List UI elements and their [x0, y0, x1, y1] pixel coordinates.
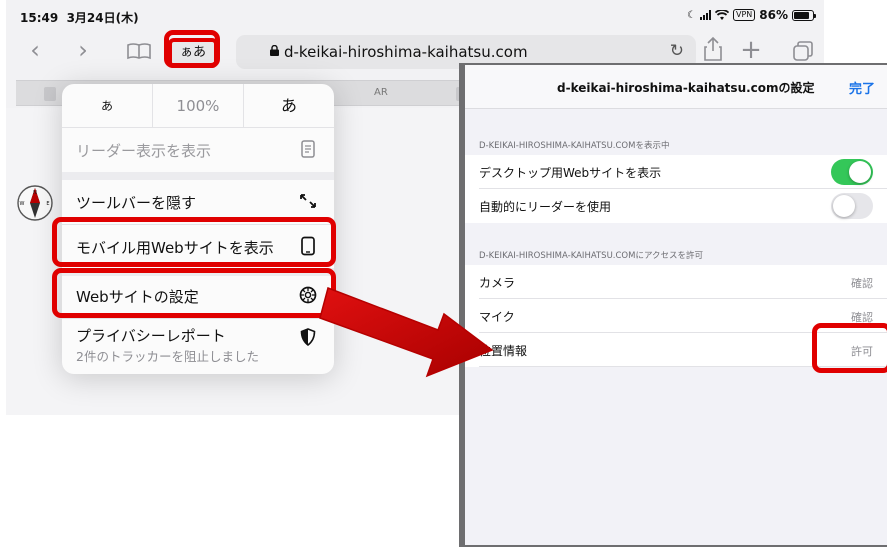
svg-text:E: E	[46, 201, 49, 207]
menu-separator	[62, 172, 334, 180]
menu-item-label: ツールバーを隠す	[76, 194, 197, 212]
menu-item-label: プライバシーレポート	[76, 327, 226, 345]
battery-icon	[792, 9, 816, 21]
toggle-knob	[849, 161, 871, 183]
chevron-left-icon[interactable]: ‹	[20, 36, 50, 64]
battery-fill	[794, 11, 810, 19]
font-size-row: あ 100% あ	[62, 84, 334, 128]
tabs-icon[interactable]	[788, 40, 818, 62]
shield-icon	[300, 328, 316, 347]
font-larger-button[interactable]: あ	[244, 84, 334, 127]
font-smaller-button[interactable]: あ	[62, 84, 153, 127]
menu-item-label: リーダー表示を表示	[76, 142, 212, 160]
lock-icon	[270, 45, 279, 56]
row-auto-reader[interactable]: 自動的にリーダーを使用	[465, 189, 887, 223]
chevron-right-icon[interactable]: ›	[68, 36, 98, 64]
highlight-location-value	[812, 323, 887, 373]
row-label: カメラ	[479, 276, 516, 290]
menu-item-privacy-report[interactable]: プライバシーレポート 2件のトラッカーを阻止しました	[62, 318, 334, 370]
section-header-viewing: D-KEIKAI-HIROSHIMA-KAIHATSU.COMを表示中	[479, 141, 670, 151]
row-label: デスクトップ用Webサイトを表示	[479, 166, 662, 180]
row-value: 確認	[851, 277, 873, 290]
menu-item-sublabel: 2件のトラッカーを阻止しました	[76, 349, 259, 364]
wifi-icon	[714, 9, 729, 20]
plus-icon[interactable]: +	[736, 36, 766, 64]
tab-edge	[44, 87, 56, 101]
highlight-website-settings	[52, 268, 336, 318]
menu-item-reader-view[interactable]: リーダー表示を表示	[62, 128, 334, 172]
reload-icon[interactable]: ↻	[670, 41, 684, 61]
compass-icon[interactable]: N W E	[16, 184, 54, 222]
status-bar: 15:49 3月24日(木) ☾ VPN 86%	[6, 0, 824, 30]
tab-label[interactable]: AR	[374, 87, 388, 98]
row-desktop-site[interactable]: デスクトップ用Webサイトを表示	[465, 155, 887, 189]
status-indicators: ☾ VPN 86%	[687, 8, 816, 22]
settings-title: d-keikai-hiroshima-kaihatsu.comの設定	[557, 81, 815, 95]
row-camera[interactable]: カメラ 確認	[465, 265, 887, 299]
svg-text:W: W	[20, 201, 25, 207]
highlight-mobile-site	[52, 217, 336, 267]
done-button[interactable]: 完了	[849, 78, 875, 97]
battery-percent: 86%	[759, 8, 788, 22]
svg-text:N: N	[33, 190, 37, 196]
do-not-disturb-icon: ☾	[687, 9, 696, 21]
zoom-level: 100%	[153, 84, 244, 127]
auto-reader-toggle[interactable]	[831, 193, 873, 219]
share-icon[interactable]	[698, 36, 728, 62]
row-label: マイク	[479, 310, 515, 324]
url-text: d-keikai-hiroshima-kaihatsu.com	[284, 43, 528, 61]
signal-icon	[699, 10, 711, 20]
row-label: 位置情報	[479, 344, 528, 358]
toggle-knob	[833, 195, 855, 217]
status-time: 15:49 3月24日(木)	[20, 11, 139, 25]
book-icon[interactable]	[124, 42, 154, 60]
section-header-permissions: D-KEIKAI-HIROSHIMA-KAIHATSU.COMにアクセスを許可	[479, 251, 704, 261]
desktop-site-toggle[interactable]	[831, 159, 873, 185]
vpn-badge: VPN	[732, 9, 756, 21]
settings-header: d-keikai-hiroshima-kaihatsu.comの設定 完了	[465, 65, 887, 109]
highlight-reader-button	[164, 30, 220, 68]
resize-arrows-icon	[300, 194, 316, 208]
row-label: 自動的にリーダーを使用	[479, 200, 612, 214]
reader-icon	[301, 140, 315, 158]
settings-panel: d-keikai-hiroshima-kaihatsu.comの設定 完了 D-…	[465, 65, 887, 545]
website-settings-sheet: d-keikai-hiroshima-kaihatsu.comの設定 完了 D-…	[459, 63, 887, 547]
